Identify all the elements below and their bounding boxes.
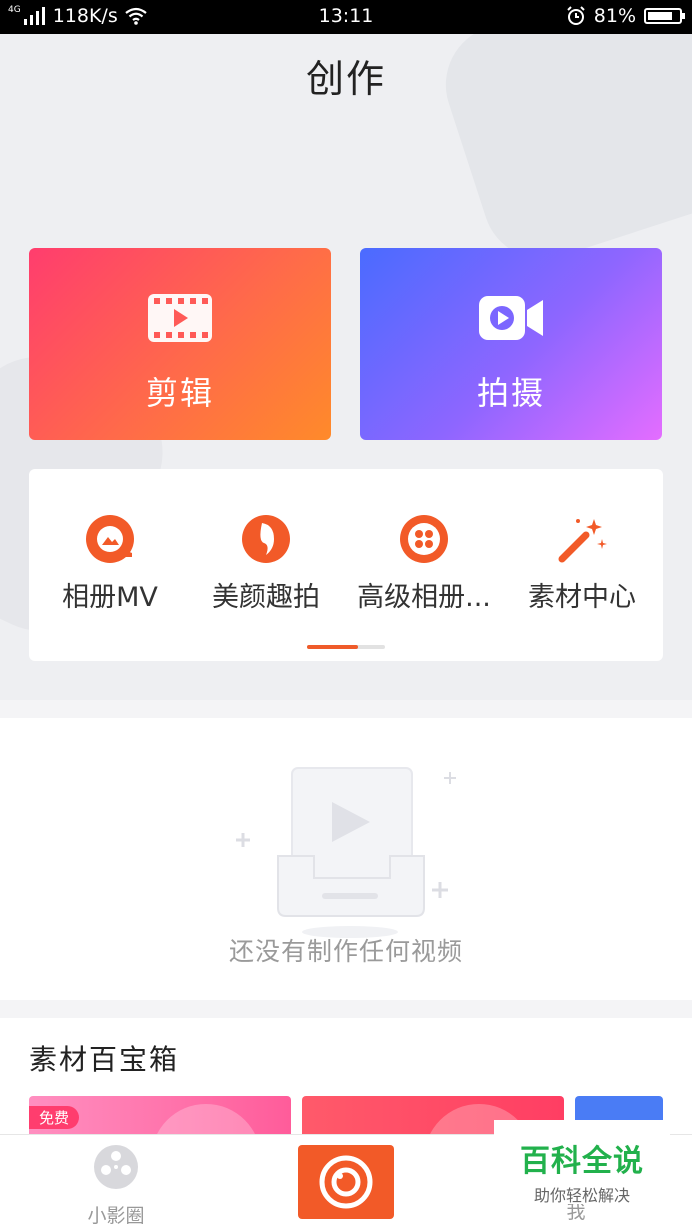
status-right: 81% bbox=[566, 5, 685, 27]
page-title: 创作 bbox=[305, 57, 386, 101]
empty-state: 还没有制作任何视频 bbox=[0, 718, 692, 1000]
free-badge: 免费 bbox=[29, 1106, 80, 1129]
material-card[interactable]: 免费 bbox=[29, 1096, 291, 1138]
album-mv-icon bbox=[84, 513, 136, 565]
battery-icon bbox=[644, 8, 685, 24]
tools-scroll-thumb bbox=[307, 645, 358, 649]
camera-lens-icon bbox=[319, 1155, 373, 1209]
shoot-label: 拍摄 bbox=[476, 374, 545, 412]
nav-label: 小影圈 bbox=[87, 1205, 145, 1227]
tool-label: 美颜趣拍 bbox=[212, 582, 320, 613]
edit-button[interactable]: 剪辑 bbox=[29, 248, 331, 440]
battery-fill bbox=[648, 12, 672, 20]
tool-label: 素材中心 bbox=[528, 582, 636, 613]
tool-album-mv[interactable]: 相册MV bbox=[31, 513, 189, 614]
tool-advanced-album[interactable]: 高级相册... bbox=[345, 513, 503, 614]
status-bar: 4G 118K/s 13:11 81% bbox=[0, 0, 692, 34]
watermark-title: 百科全说 bbox=[520, 1144, 644, 1179]
shoot-button[interactable]: 拍摄 bbox=[360, 248, 662, 440]
film-reel-icon bbox=[398, 513, 450, 565]
create-button[interactable] bbox=[298, 1145, 394, 1219]
decorative-circle bbox=[151, 1104, 261, 1138]
film-reel-icon bbox=[94, 1145, 138, 1189]
watermark: 百科全说 助你轻松解决 bbox=[494, 1120, 670, 1205]
tools-panel: 相册MV 美颜趣拍 高级相册... 素材中心 bbox=[29, 469, 663, 661]
empty-box-icon bbox=[230, 758, 460, 938]
watermark-subtitle: 助你轻松解决 bbox=[533, 1186, 630, 1205]
tool-label: 高级相册... bbox=[357, 582, 491, 613]
empty-message: 还没有制作任何视频 bbox=[228, 937, 463, 966]
film-icon bbox=[29, 292, 331, 344]
tool-label: 相册MV bbox=[62, 582, 158, 613]
beauty-face-icon bbox=[240, 513, 292, 565]
tool-beauty[interactable]: 美颜趣拍 bbox=[187, 513, 345, 614]
edit-label: 剪辑 bbox=[145, 374, 214, 412]
battery-percent: 81% bbox=[593, 5, 636, 27]
magic-wand-icon bbox=[556, 513, 608, 565]
nav-xiaoying-circle[interactable]: 小影圈 bbox=[56, 1143, 176, 1228]
video-camera-icon bbox=[360, 292, 662, 344]
alarm-icon bbox=[567, 6, 585, 25]
create-header-section: 创作 剪辑 拍摄 相册MV 美颜趣拍 高级相册... 素材中心 bbox=[0, 34, 692, 700]
section-title: 素材百宝箱 bbox=[29, 1043, 180, 1076]
tool-material-center[interactable]: 素材中心 bbox=[503, 513, 661, 614]
tools-scroll-indicator bbox=[307, 645, 385, 649]
